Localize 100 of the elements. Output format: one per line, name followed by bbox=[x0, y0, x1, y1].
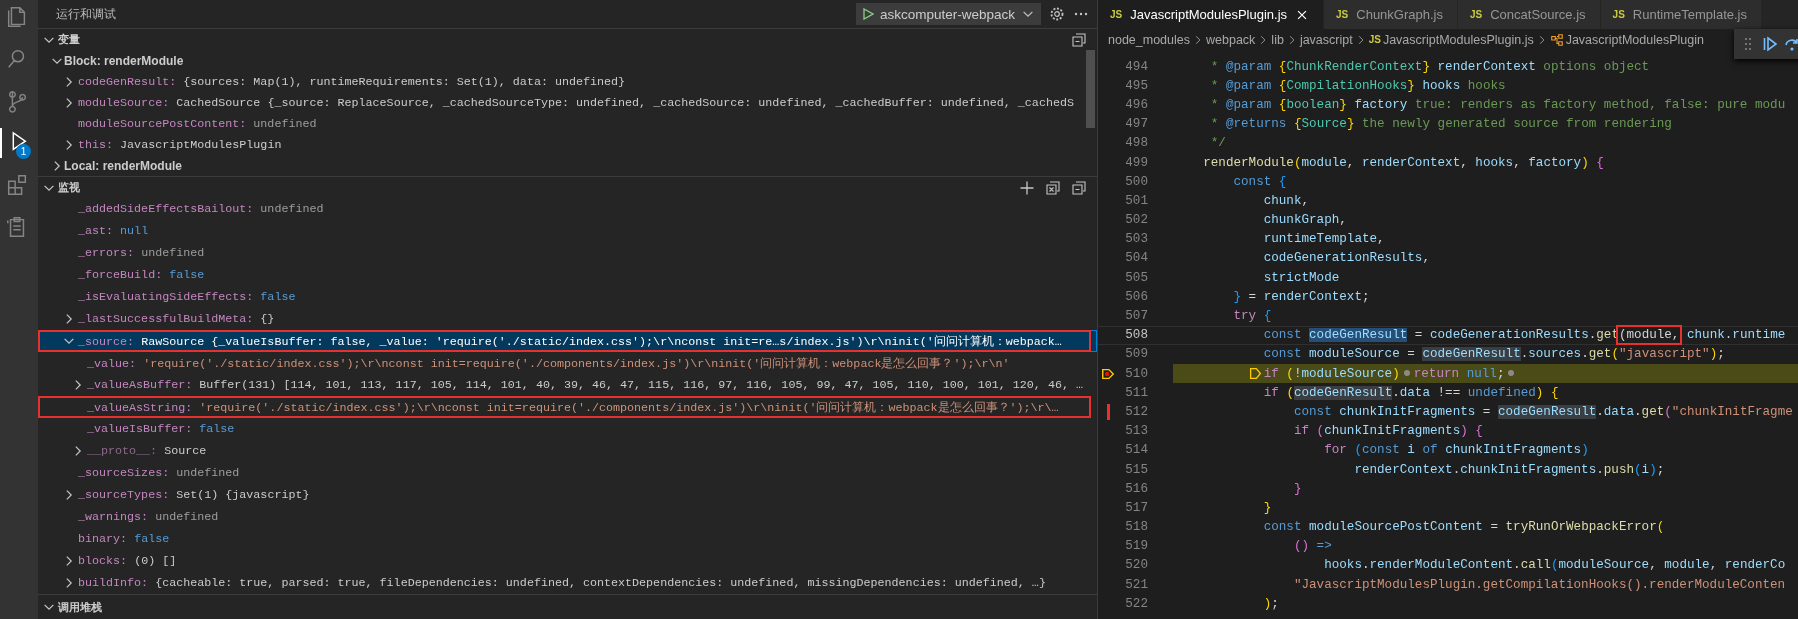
code-line: "JavascriptModulesPlugin.getCompilationHooks().renderModuleConten bbox=[1292, 577, 1786, 592]
tree-row[interactable]: buildInfo: {cacheable: true, parsed: true, fileDependencies: undefined, contextDependencies: undefined, missingDependencies: undefined, …} bbox=[38, 572, 1097, 594]
js-file-icon: JS bbox=[1110, 9, 1123, 20]
breadcrumb-item[interactable]: JavascriptModulesPlugin.js bbox=[1382, 32, 1534, 47]
collapse-all-icon[interactable] bbox=[1071, 31, 1087, 48]
line-number: 522 bbox=[1124, 596, 1148, 611]
line-number: 513 bbox=[1124, 424, 1148, 439]
tree-row[interactable]: _addedSideEffectsBailout: undefined bbox=[38, 198, 1097, 220]
code-line: ); bbox=[1262, 596, 1279, 611]
line-number: 521 bbox=[1124, 577, 1148, 592]
step-over-icon[interactable] bbox=[1784, 36, 1798, 52]
line-number: 512 bbox=[1124, 404, 1148, 419]
tree-row[interactable]: _warnings: undefined bbox=[38, 506, 1097, 528]
tree-row[interactable]: _valueAsString: 'require('./static/index.css');\r\nconst init=require('./components/index.js')\r\ninit('问问计算机：webpack是怎么回事？');\r\… bbox=[38, 396, 1097, 418]
tab-label: JavascriptModulesPlugin.js bbox=[1130, 7, 1288, 22]
tree-row[interactable]: _sourceSizes: undefined bbox=[38, 462, 1097, 484]
variable-entry: _sourceTypes: Set(1) {javascript} bbox=[78, 488, 310, 502]
tree-row[interactable]: this: JavascriptModulesPlugin bbox=[38, 134, 1097, 155]
code-line: strictMode bbox=[1262, 270, 1340, 285]
editor-tab[interactable]: JS JavascriptModulesPlugin.js bbox=[1098, 0, 1325, 29]
variable-entry: _addedSideEffectsBailout: undefined bbox=[78, 202, 324, 216]
code-line: * @param {ChunkRenderContext} renderContext options object bbox=[1209, 59, 1650, 74]
variable-entry: _source: RawSource {_valueIsBuffer: false, _value: 'require('./static/index.css');\r\nconst init=re…s/index.js')\r\ninit('问问计算机：webpack… bbox=[78, 333, 1062, 349]
code-line: try { bbox=[1232, 309, 1272, 324]
remove-all-icon[interactable] bbox=[1045, 179, 1061, 196]
variable-entry: moduleSource: CachedSource {_source: ReplaceSource, _cachedSourceType: undefined, _cachedSource: undefined, _cachedBuffer: undefined, _cachedS bbox=[78, 95, 1074, 110]
tree-row[interactable]: _valueIsBuffer: false bbox=[38, 418, 1097, 440]
settings-icon[interactable] bbox=[1049, 6, 1065, 22]
panel-title: 运行和调试 bbox=[56, 5, 116, 23]
tab-label: ConcatSource.js bbox=[1490, 7, 1586, 22]
code-line: const codeGenResult = codeGenerationResults.get(module, chunk.runtime bbox=[1173, 328, 1786, 343]
code-line: for (const i of chunkInitFragments) bbox=[1323, 443, 1589, 458]
class-symbol-icon bbox=[1549, 32, 1564, 47]
scrollbar[interactable] bbox=[1086, 50, 1095, 128]
breakpoint-current-icon[interactable] bbox=[1101, 366, 1115, 381]
line-number: 496 bbox=[1124, 97, 1148, 112]
line-number: 510 bbox=[1124, 366, 1148, 381]
section-header[interactable]: 变量 bbox=[38, 28, 1097, 50]
tree-row[interactable]: _valueAsBuffer: Buffer(131) [114, 101, 113, 117, 105, 114, 101, 40, 39, 46, 47, 115, 116, 97, 116, 105, 99, 47, 105, 110, 100, 101, 120, 46, … bbox=[38, 374, 1097, 396]
variable-entry: codeGenResult: {sources: Map(1), runtimeRequirements: Set(1), data: undefined} bbox=[78, 74, 626, 89]
tree-row[interactable]: _source: RawSource {_valueIsBuffer: false, _value: 'require('./static/index.css');\r\nconst init=re…s/index.js')\r\ninit('问问计算机：webpack… bbox=[38, 330, 1097, 352]
tree-row[interactable]: codeGenResult: {sources: Map(1), runtimeRequirements: Set(1), data: undefined} bbox=[38, 71, 1097, 92]
variable-entry: _isEvaluatingSideEffects: false bbox=[78, 290, 296, 304]
code-line: } bbox=[1262, 500, 1272, 515]
tree-row[interactable]: _sourceTypes: Set(1) {javascript} bbox=[38, 484, 1097, 506]
code-line: chunkGraph, bbox=[1262, 213, 1347, 228]
tab-label: ChunkGraph.js bbox=[1356, 7, 1443, 22]
breadcrumb-item[interactable]: javascript bbox=[1299, 32, 1353, 47]
code-line: } = renderContext; bbox=[1232, 289, 1370, 304]
line-number: 515 bbox=[1124, 462, 1148, 477]
line-number: 497 bbox=[1124, 117, 1148, 132]
continue-icon[interactable] bbox=[1762, 36, 1778, 52]
code-line: renderModule(module, renderContext, hooks, factory) { bbox=[1202, 155, 1604, 170]
scope-row[interactable]: Local: renderModule bbox=[38, 155, 1097, 176]
section-title: 调用堆栈 bbox=[58, 599, 102, 615]
editor-tab[interactable]: JS RuntimeTemplate.js bbox=[1600, 0, 1762, 29]
code-line: const chunkInitFragments = codeGenResult.data.get("chunkInitFragme bbox=[1292, 404, 1793, 419]
tree-row[interactable]: moduleSource: CachedSource {_source: ReplaceSource, _cachedSourceType: undefined, _cachedSource: undefined, _cachedBuffer: undefined, _cachedS bbox=[38, 92, 1097, 113]
breadcrumb-item[interactable]: JavascriptModulesPlugin bbox=[1565, 32, 1704, 47]
code-line: if (!moduleSource) return null; bbox=[1173, 366, 1519, 381]
section-header[interactable]: 监视 bbox=[38, 176, 1097, 198]
tree-row[interactable]: __proto__: Source bbox=[38, 440, 1097, 462]
code-line: renderContext.chunkInitFragments.push(i); bbox=[1353, 462, 1665, 477]
code-line: () => bbox=[1292, 539, 1332, 554]
code-line: runtimeTemplate, bbox=[1262, 232, 1385, 247]
code-line: const { bbox=[1232, 174, 1287, 189]
editor-tab[interactable]: JS ConcatSource.js bbox=[1458, 0, 1601, 29]
add-icon[interactable] bbox=[1019, 179, 1035, 196]
variable-entry: this: JavascriptModulesPlugin bbox=[78, 137, 282, 152]
code-line: if (chunkInitFragments) { bbox=[1292, 424, 1483, 439]
tree-row[interactable]: _value: 'require('./static/index.css');\r\nconst init=require('./components/index.js')\r\ninit('问问计算机：webpack是怎么回事？');\r\n' bbox=[38, 352, 1097, 374]
tree-row[interactable]: _isEvaluatingSideEffects: false bbox=[38, 286, 1097, 308]
code-line: if (codeGenResult.data !== undefined) { bbox=[1262, 385, 1559, 400]
line-number: 501 bbox=[1124, 193, 1148, 208]
tree-row[interactable]: _lastSuccessfulBuildMeta: {} bbox=[38, 308, 1097, 330]
code-line: const moduleSourcePostContent = tryRunOrWebpackError( bbox=[1262, 520, 1665, 535]
launch-config-dropdown[interactable]: askcomputer-webpack bbox=[855, 3, 1041, 25]
tree-row[interactable]: _forceBuild: false bbox=[38, 264, 1097, 286]
tree-row[interactable]: moduleSourcePostContent: undefined bbox=[38, 113, 1097, 134]
breadcrumb-item[interactable]: webpack bbox=[1206, 32, 1256, 47]
section-title: 变量 bbox=[58, 32, 80, 47]
line-number: 499 bbox=[1124, 155, 1148, 170]
code-line: * @returns {Source} the newly generated source from rendering bbox=[1209, 117, 1672, 132]
line-number: 508 bbox=[1124, 328, 1148, 343]
editor-tab[interactable]: JS ChunkGraph.js bbox=[1324, 0, 1458, 29]
line-number: 504 bbox=[1124, 251, 1148, 266]
line-number: 498 bbox=[1124, 136, 1148, 151]
variable-entry: _valueIsBuffer: false bbox=[87, 422, 235, 436]
collapse-all-icon[interactable] bbox=[1071, 179, 1087, 196]
tree-row[interactable]: binary: false bbox=[38, 528, 1097, 550]
tree-row[interactable]: _errors: undefined bbox=[38, 242, 1097, 264]
breadcrumb-item[interactable]: lib bbox=[1271, 32, 1284, 47]
tree-row[interactable]: blocks: (0) [] bbox=[38, 550, 1097, 572]
code-line: } bbox=[1292, 481, 1302, 496]
code-line: * @param {boolean} factory true: renders as factory method, false: pure modu bbox=[1209, 97, 1786, 112]
breadcrumb-item[interactable]: node_modules bbox=[1108, 32, 1190, 47]
tree-row[interactable]: _ast: null bbox=[38, 220, 1097, 242]
scope-row[interactable]: Block: renderModule bbox=[38, 50, 1097, 71]
tab-label: RuntimeTemplate.js bbox=[1632, 7, 1747, 22]
notification-badge: 1 bbox=[16, 144, 31, 159]
